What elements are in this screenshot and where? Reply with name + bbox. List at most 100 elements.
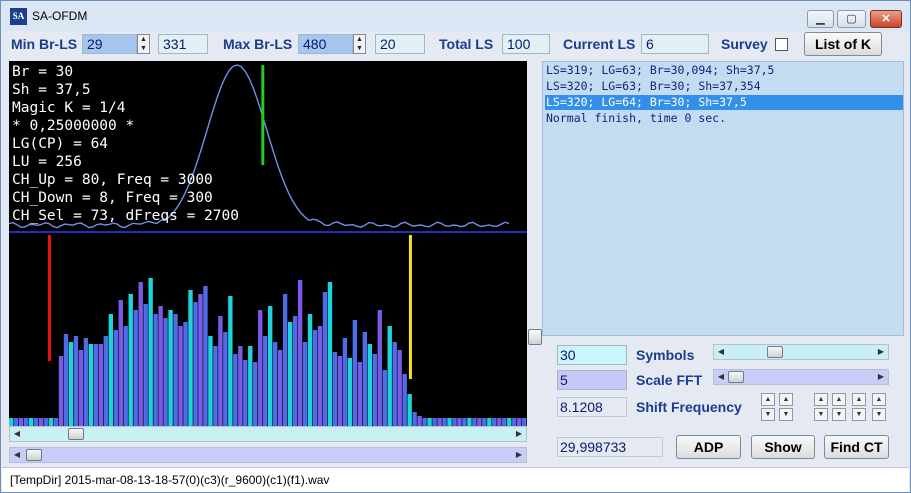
- spectrum-bar: [437, 418, 442, 426]
- scroll-left-icon[interactable]: ◀: [10, 448, 24, 462]
- spectrum-bar: [377, 310, 382, 426]
- vscroll-thumb[interactable]: [528, 329, 542, 345]
- spectrum-bar: [297, 280, 303, 426]
- spectrum-bar: [28, 418, 34, 426]
- scroll-left-icon[interactable]: ◀: [10, 427, 24, 441]
- scale-fft-slider-thumb[interactable]: [728, 371, 744, 383]
- min-br-ls-spinner[interactable]: ▲ ▼: [137, 34, 150, 54]
- spectrum-bar: [143, 304, 148, 426]
- shift-down-icon[interactable]: ▼: [761, 408, 775, 421]
- log-line[interactable]: LS=320; LG=63; Br=30; Sh=37,354: [545, 79, 903, 94]
- spectrum-display: Br = 30 Sh = 37,5 Magic K = 1/4 * 0,2500000…: [9, 61, 527, 426]
- survey-checkbox[interactable]: [775, 38, 788, 51]
- spectrum-bar: [462, 418, 467, 426]
- spectrum-bar: [492, 418, 497, 426]
- scroll-left-icon[interactable]: ◀: [714, 370, 728, 384]
- spectrum-bar: [432, 418, 437, 426]
- spectrum-bars: [9, 278, 527, 426]
- spectrum-bar: [277, 350, 283, 426]
- scroll-right-icon[interactable]: ▶: [512, 427, 526, 441]
- log-line[interactable]: LS=319; LG=63; Br=30,094; Sh=37,5: [545, 63, 903, 78]
- scale-fft-input[interactable]: 5: [557, 370, 627, 390]
- spectrum-bar: [163, 318, 168, 426]
- symbols-input[interactable]: 30: [557, 345, 627, 365]
- show-button[interactable]: Show: [751, 435, 815, 459]
- symbols-slider[interactable]: ◀ ▶: [713, 344, 889, 360]
- shift-down-icon[interactable]: ▼: [852, 408, 866, 421]
- shift-up-icon[interactable]: ▲: [761, 393, 775, 406]
- app-icon: SA: [10, 8, 27, 25]
- spectrum-bar: [312, 330, 318, 426]
- spectrum-bar: [342, 338, 348, 426]
- spectrum-bar: [103, 336, 109, 426]
- log-line[interactable]: LS=320; LG=64; Br=30; Sh=37,5: [545, 95, 903, 110]
- spectrum-bar: [522, 418, 527, 426]
- spin-up-icon[interactable]: ▲: [138, 35, 149, 44]
- results-log[interactable]: LS=319; LG=63; Br=30,094; Sh=37,5 LS=320;…: [542, 61, 904, 336]
- spectrum-bar: [73, 336, 79, 426]
- scroll-right-icon[interactable]: ▶: [874, 345, 888, 359]
- spectrum-bar: [228, 296, 233, 426]
- log-line[interactable]: Normal finish, time 0 sec.: [545, 111, 903, 126]
- spectrum-bar: [253, 362, 258, 426]
- overlay-line: LG(CP) = 64: [12, 136, 109, 152]
- maximize-button[interactable]: ▢: [837, 10, 866, 28]
- overlay-line: Br = 30: [12, 64, 74, 80]
- max-br-ls-spinner[interactable]: ▲ ▼: [353, 34, 366, 54]
- scroll-thumb[interactable]: [68, 428, 84, 440]
- spectrum-bar: [263, 336, 268, 426]
- shift-up-icon[interactable]: ▲: [779, 393, 793, 406]
- max-br-ls-label: Max Br-LS: [223, 36, 293, 52]
- symbols-slider-thumb[interactable]: [767, 346, 783, 358]
- shift-up-icon[interactable]: ▲: [832, 393, 846, 406]
- spectrum-bar: [417, 416, 422, 426]
- spectrum-bar: [248, 346, 253, 426]
- min-br-ls-input[interactable]: 29: [82, 34, 137, 54]
- spectrum-bar: [387, 326, 392, 426]
- window-title: SA-OFDM: [32, 9, 88, 23]
- close-button[interactable]: ✕: [870, 10, 902, 28]
- spectrum-bar: [153, 314, 158, 426]
- shift-down-icon[interactable]: ▼: [814, 408, 828, 421]
- survey-label: Survey: [721, 36, 768, 52]
- title-bar[interactable]: SA SA-OFDM ▁ ▢ ✕: [1, 1, 910, 31]
- max-br-ls-input[interactable]: 480: [298, 34, 353, 54]
- spectrum-bar: [63, 334, 69, 426]
- adp-button[interactable]: ADP: [676, 435, 741, 459]
- spectrum-bar: [317, 326, 323, 426]
- scroll-thumb[interactable]: [26, 449, 42, 461]
- spectrum-bar: [268, 306, 273, 426]
- spectrum-bar: [502, 418, 507, 426]
- spectrum-bar: [68, 342, 74, 426]
- spectrum-bar: [48, 418, 54, 426]
- shift-down-icon[interactable]: ▼: [832, 408, 846, 421]
- find-ct-button[interactable]: Find CT: [824, 435, 889, 459]
- overlay-line: LU = 256: [12, 154, 82, 170]
- spectrum-bar: [467, 418, 472, 426]
- scroll-left-icon[interactable]: ◀: [714, 345, 728, 359]
- spectrum-bar: [193, 302, 198, 426]
- scroll-right-icon[interactable]: ▶: [874, 370, 888, 384]
- spectrum-bar: [422, 418, 427, 426]
- shift-down-icon[interactable]: ▼: [779, 408, 793, 421]
- shift-up-icon[interactable]: ▲: [852, 393, 866, 406]
- spectrum-bar: [517, 418, 522, 426]
- spectrum-bar: [18, 418, 24, 426]
- shift-down-icon[interactable]: ▼: [872, 408, 886, 421]
- scroll-right-icon[interactable]: ▶: [512, 448, 526, 462]
- spin-down-icon[interactable]: ▼: [354, 44, 365, 53]
- spectrum-bar: [158, 306, 163, 426]
- minimize-button[interactable]: ▁: [807, 10, 834, 28]
- display-hscroll-top[interactable]: ◀ ▶: [9, 426, 527, 442]
- display-hscroll-bottom[interactable]: ◀ ▶: [9, 447, 527, 463]
- shift-up-icon[interactable]: ▲: [814, 393, 828, 406]
- shift-up-icon[interactable]: ▲: [872, 393, 886, 406]
- spin-down-icon[interactable]: ▼: [138, 44, 149, 53]
- spectrum-bar: [128, 294, 133, 426]
- list-of-k-button[interactable]: List of K: [804, 32, 882, 56]
- spectrum-bar: [123, 326, 128, 426]
- scale-fft-slider[interactable]: ◀ ▶: [713, 369, 889, 385]
- spin-up-icon[interactable]: ▲: [354, 35, 365, 44]
- display-vscroll[interactable]: [528, 61, 542, 426]
- overlay-line: CH_Sel = 73, dFreqs = 2700: [12, 208, 239, 224]
